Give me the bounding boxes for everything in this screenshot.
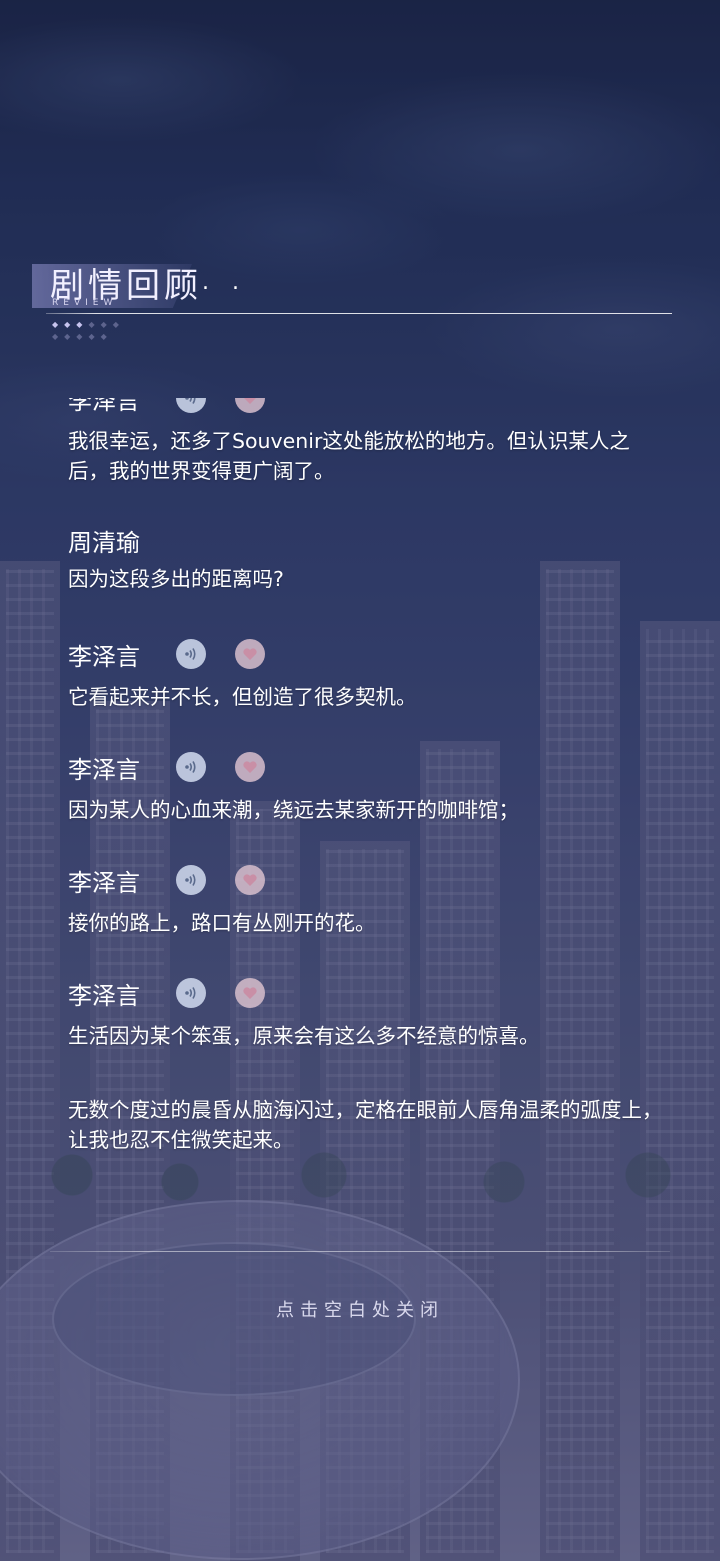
voice-play-icon[interactable] <box>176 865 206 895</box>
dialogue-entry: 周清瑜 因为这段多出的距离吗? <box>68 520 668 594</box>
voice-play-icon[interactable] <box>176 398 206 413</box>
title-dots: . . <box>202 270 247 295</box>
dialogue-text: 因为某人的心血来潮，绕远去某家新开的咖啡馆； <box>68 798 519 822</box>
dialogue-entry: 李泽言 因为某人的心血来潮，绕远去某家新开的咖啡馆； <box>68 747 668 825</box>
speaker-name: 李泽言 <box>68 642 140 671</box>
speaker-name: 李泽言 <box>68 981 140 1010</box>
heart-icon[interactable] <box>235 398 265 413</box>
voice-play-icon[interactable] <box>176 639 206 669</box>
speaker-name: 李泽言 <box>68 868 140 897</box>
dialogue-entry: 李泽言 我很幸运，还多了Souvenir这处能放松的地方。但认识某人之后，我的世… <box>68 398 668 486</box>
close-hint[interactable]: 点击空白处关闭 <box>0 1296 720 1322</box>
speaker-row: 李泽言 <box>68 860 668 900</box>
footer-divider <box>50 1251 670 1252</box>
heart-icon[interactable] <box>235 752 265 782</box>
heart-icon[interactable] <box>235 639 265 669</box>
speaker-name: 李泽言 <box>68 755 140 784</box>
dialogue-entry: 李泽言 生活因为某个笨蛋，原来会有这么多不经意的惊喜。 <box>68 973 668 1051</box>
voice-play-icon[interactable] <box>176 978 206 1008</box>
heart-icon[interactable] <box>235 978 265 1008</box>
dialogue-entry: 李泽言 接你的路上，路口有丛刚开的花。 <box>68 860 668 938</box>
dialogue-text: 生活因为某个笨蛋，原来会有这么多不经意的惊喜。 <box>68 1024 540 1048</box>
speaker-row: 周清瑜 <box>68 520 668 560</box>
speaker-name: 李泽言 <box>68 398 140 415</box>
narration-text: 无数个度过的晨昏从脑海闪过，定格在眼前人唇角温柔的弧度上，让我也忍不住微笑起来。 <box>68 1098 663 1152</box>
voice-play-icon[interactable] <box>176 752 206 782</box>
speaker-name: 周清瑜 <box>68 528 140 557</box>
header-divider <box>46 313 672 314</box>
speaker-row: 李泽言 <box>68 973 668 1013</box>
speaker-row: 李泽言 <box>68 634 668 674</box>
speaker-row: 李泽言 <box>68 747 668 787</box>
page-subtitle: REVIEW <box>52 298 118 308</box>
speaker-row: 李泽言 <box>68 398 668 418</box>
dialogue-text: 接你的路上，路口有丛刚开的花。 <box>68 911 376 935</box>
dialogue-entry: 李泽言 它看起来并不长，但创造了很多契机。 <box>68 634 668 712</box>
dialogue-text: 因为这段多出的距离吗? <box>68 567 284 591</box>
dialogue-text: 它看起来并不长，但创造了很多契机。 <box>68 685 417 709</box>
decorative-stars: ◆◆◆◆◆◆ ◆◆◆◆◆ <box>52 320 125 341</box>
review-header: 剧情回顾 REVIEW . . ◆◆◆◆◆◆ ◆◆◆◆◆ <box>30 256 672 346</box>
heart-icon[interactable] <box>235 865 265 895</box>
narration-entry: 无数个度过的晨昏从脑海闪过，定格在眼前人唇角温柔的弧度上，让我也忍不住微笑起来。 <box>68 1095 668 1155</box>
dialogue-list[interactable]: 李泽言 我很幸运，还多了Souvenir这处能放松的地方。但认识某人之后，我的世… <box>0 398 720 1240</box>
dialogue-text: 我很幸运，还多了Souvenir这处能放松的地方。但认识某人之后，我的世界变得更… <box>68 429 630 483</box>
